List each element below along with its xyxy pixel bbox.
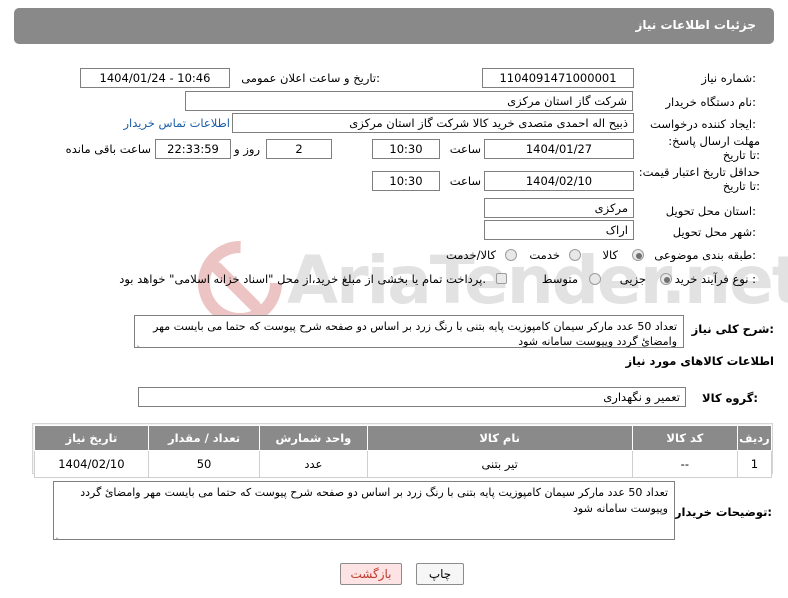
announce-label: تاریخ و ساعت اعلان عمومی:	[241, 71, 380, 85]
category-label: طبقه بندی موضوعی:	[654, 248, 756, 262]
category-radio-service[interactable]	[569, 249, 581, 261]
process-radio-medium[interactable]	[589, 273, 601, 285]
page-header: جزئیات اطلاعات نیاز	[14, 8, 774, 44]
col-row: ردیف	[736, 425, 773, 451]
resize-handle-icon[interactable]	[56, 531, 63, 538]
col-need-date: تاریخ نیاز	[34, 425, 149, 451]
cell-code: --	[631, 450, 738, 478]
buyer-org-field: شرکت گاز استان مرکزی	[185, 91, 633, 111]
validity-date-field: 1404/02/10	[484, 171, 634, 191]
need-number-field: 1104091471000001	[482, 68, 634, 88]
remaining-label: ساعت باقی مانده	[65, 142, 151, 156]
category-radio-goods[interactable]	[632, 249, 644, 261]
print-button[interactable]: چاپ	[416, 563, 464, 585]
validity-time-field: 10:30	[372, 171, 440, 191]
deadline-time-label: ساعت	[449, 142, 481, 156]
deadline-label: مهلت ارسال پاسخ: تا تاریخ:	[668, 134, 760, 162]
buyer-notes-textarea: تعداد 50 عدد مارکر سیمان کامپوزیت پایه ب…	[53, 481, 675, 540]
cell-row: 1	[736, 450, 773, 478]
category-option-goods: کالا	[602, 248, 618, 262]
description-textarea: تعداد 50 عدد مارکر سیمان کامپوزیت پایه ب…	[134, 315, 684, 348]
requester-field: ذبیح اله احمدی متصدی خرید کالا شرکت گاز …	[232, 113, 634, 133]
resize-handle-icon[interactable]	[137, 339, 144, 346]
page-title: جزئیات اطلاعات نیاز	[635, 18, 756, 32]
goods-group-field: تعمیر و نگهداری	[138, 387, 686, 407]
description-text: تعداد 50 عدد مارکر سیمان کامپوزیت پایه ب…	[153, 320, 677, 348]
deadline-time-field: 10:30	[372, 139, 440, 159]
days-field: 2	[266, 139, 332, 159]
province-field: مرکزی	[484, 198, 634, 218]
table-row: 1 -- تیر بتنی عدد 50 1404/02/10	[34, 450, 773, 478]
items-table-header: ردیف کد کالا نام کالا واحد شمارش تعداد /…	[34, 425, 773, 451]
deadline-date-field: 1404/01/27	[484, 139, 634, 159]
col-unit: واحد شمارش	[259, 425, 368, 451]
remaining-time-field: 22:33:59	[155, 139, 231, 159]
buyer-notes-label: توضیحات خریدار:	[674, 505, 772, 519]
cell-name: تیر بتنی	[366, 450, 633, 478]
col-quantity: تعداد / مقدار	[147, 425, 261, 451]
payment-note: پرداخت تمام یا بخشی از مبلغ خرید،از محل …	[119, 272, 486, 286]
col-code: کد کالا	[631, 425, 738, 451]
validity-label: حداقل تاریخ اعتبار قیمت: تا تاریخ:	[638, 165, 760, 193]
back-button[interactable]: بازگشت	[340, 563, 402, 585]
contact-info-link[interactable]: اطلاعات تماس خریدار	[123, 116, 230, 130]
goods-group-label: گروه کالا:	[702, 391, 758, 405]
need-number-label: شماره نیاز:	[701, 71, 756, 85]
province-label: استان محل تحویل:	[665, 204, 756, 218]
cell-quantity: 50	[147, 450, 261, 478]
items-table: ردیف کد کالا نام کالا واحد شمارش تعداد /…	[34, 425, 773, 478]
category-option-goods-service: کالا/خدمت	[445, 248, 496, 262]
requester-label: ایجاد کننده درخواست:	[650, 117, 756, 131]
cell-need-date: 1404/02/10	[34, 450, 149, 478]
city-field: اراک	[484, 220, 634, 240]
col-name: نام کالا	[366, 425, 633, 451]
process-option-minor: جزیی	[619, 272, 646, 286]
category-radio-goods-service[interactable]	[505, 249, 517, 261]
buyer-org-label: نام دستگاه خریدار:	[665, 95, 756, 109]
description-label: شرح کلی نیاز:	[691, 322, 774, 336]
goods-section-title: اطلاعات کالاهای مورد نیاز	[625, 354, 774, 368]
buyer-notes-text: تعداد 50 عدد مارکر سیمان کامپوزیت پایه ب…	[80, 486, 668, 515]
announce-field: 1404/01/24 - 10:46	[80, 68, 230, 88]
validity-time-label: ساعت	[449, 174, 481, 188]
process-option-medium: متوسط	[541, 272, 578, 286]
payment-treasury-checkbox[interactable]	[496, 273, 507, 284]
process-radio-minor[interactable]	[660, 273, 672, 285]
cell-unit: عدد	[259, 450, 368, 478]
category-option-service: خدمت	[529, 248, 560, 262]
items-table-container: ردیف کد کالا نام کالا واحد شمارش تعداد /…	[32, 423, 773, 478]
city-label: شهر محل تحویل:	[672, 225, 756, 239]
process-label: نوع فرآیند خرید :	[674, 272, 756, 286]
days-label: روز و	[234, 142, 260, 156]
